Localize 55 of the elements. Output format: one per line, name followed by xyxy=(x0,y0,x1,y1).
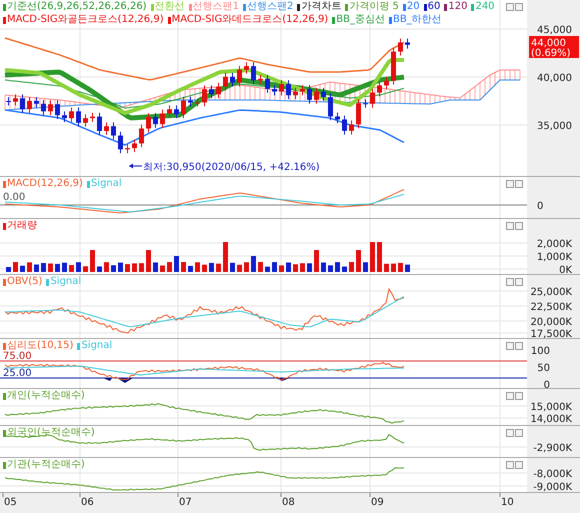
axis-label: 14,000K xyxy=(530,414,572,425)
axis-label: 25,000K xyxy=(530,287,572,298)
axis-label: 100 xyxy=(530,346,550,357)
legend-label: 개인(누적순매수) xyxy=(7,390,85,402)
low-price-label: 최저:30,950(2020/06/15, +42.16%) xyxy=(143,162,320,173)
axis-label: 10 xyxy=(501,497,514,508)
legend-label: 기관(누적순매수) xyxy=(7,459,85,471)
legend-label: 240 xyxy=(475,1,495,13)
legend-label: Signal xyxy=(50,276,82,288)
legend-label: 선행스팬1 xyxy=(192,1,239,13)
legend-label: 가격이평 5 xyxy=(349,1,399,13)
axis-label: 50 xyxy=(537,363,550,374)
legend-label: 가격차트 xyxy=(301,1,342,13)
axis-label: 22,500K xyxy=(530,302,572,313)
legend-label: 전환선 xyxy=(154,1,185,13)
legend-label: MACD-SIG와골든크로스(12,26,9) xyxy=(7,14,164,26)
axis-label: 08 xyxy=(282,497,295,508)
axis-label: -8,000K xyxy=(533,469,572,480)
legend-label: 60 xyxy=(428,1,440,13)
axis-label: 15,000K xyxy=(530,402,572,413)
legend-label: 기준선(26,9,26,52,26,26,26) xyxy=(7,1,147,13)
legend-label: MACD(12,26,9) xyxy=(7,178,83,190)
current-price: 44,000 xyxy=(531,38,566,49)
axis-label: 45,000 xyxy=(537,25,572,36)
legend-label: 선행스팬2 xyxy=(246,1,294,13)
zero-level-label: 0.00 xyxy=(3,192,26,203)
axis-label: -2,900K xyxy=(533,443,572,454)
current-change: (0.69%) xyxy=(531,48,571,59)
axis-label: 06 xyxy=(81,497,94,508)
legend-label: Signal xyxy=(81,340,112,352)
legend-label: 120 xyxy=(448,1,468,13)
axis-label: 35,000 xyxy=(537,121,572,132)
axis-label: 0 xyxy=(537,201,544,212)
axis-label: 1,000K xyxy=(536,252,572,263)
axis-label: -9,000K xyxy=(533,482,572,492)
legend-label: Signal xyxy=(90,178,122,190)
legend-label: 20 xyxy=(406,1,420,13)
axis-label: 20,000K xyxy=(530,317,572,328)
axis-label: 0K xyxy=(559,265,572,274)
axis-label: 09 xyxy=(371,497,384,508)
lower-level-label: 25.00 xyxy=(3,368,32,379)
legend-label: OBV(5) xyxy=(7,276,42,288)
legend-label: 외국인(누적순매수) xyxy=(7,427,95,439)
legend-label: BB_중심선 xyxy=(336,14,385,26)
legend-label: 거래량 xyxy=(7,220,37,232)
legend-label: MACD-SIG와데드크로스(12,26,9) xyxy=(172,14,328,26)
axis-label: 17,500K xyxy=(530,329,572,338)
legend-label: BB_하한선 xyxy=(392,14,442,26)
axis-label: 05 xyxy=(4,497,17,508)
axis-label: 2,000K xyxy=(536,239,572,250)
upper-level-label: 75.00 xyxy=(3,351,32,362)
axis-label: 07 xyxy=(179,497,192,508)
legend-label: 심리도(10,15) xyxy=(7,340,74,352)
axis-label: 40,000 xyxy=(537,73,572,84)
axis-label: 0 xyxy=(544,380,550,388)
